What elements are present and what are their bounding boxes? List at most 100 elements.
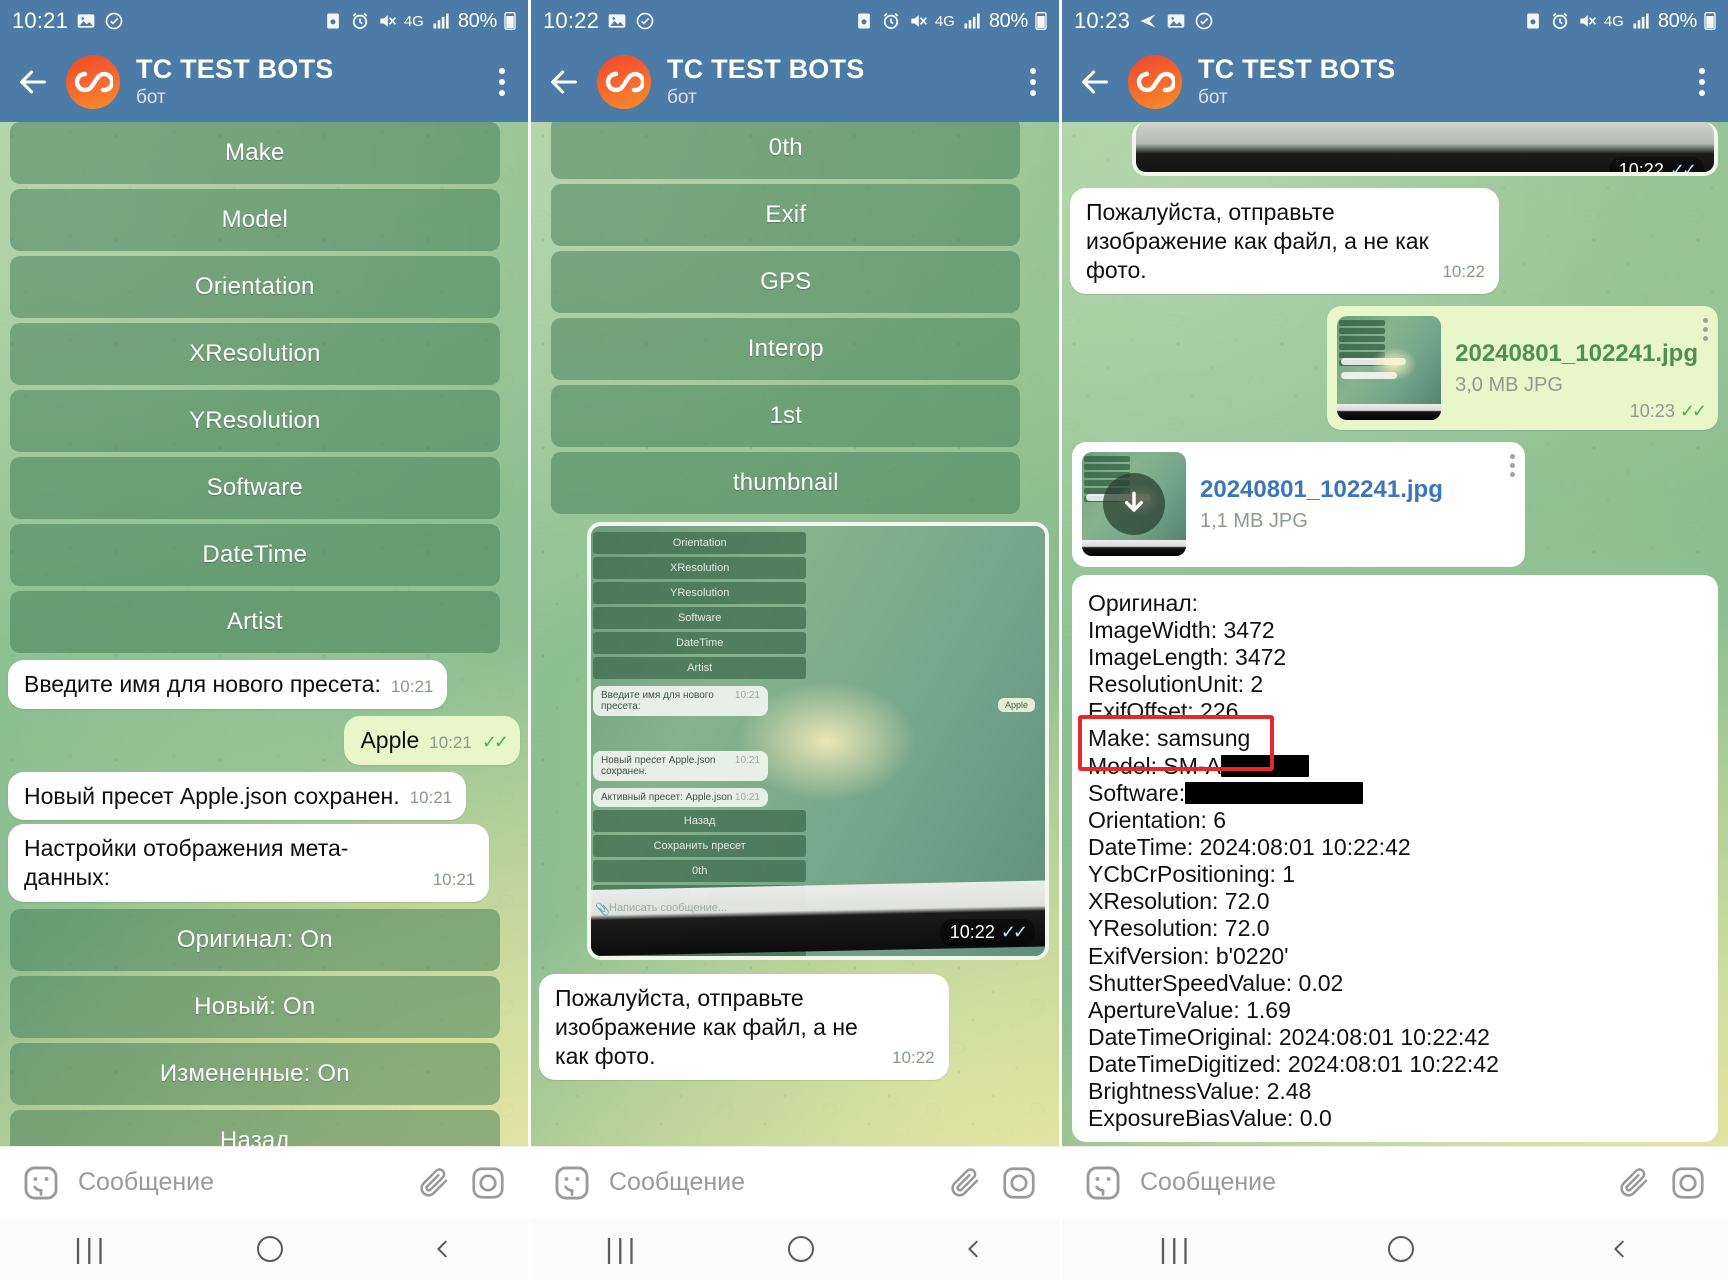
back-button[interactable]: [432, 1238, 454, 1260]
sim-icon: [858, 13, 870, 29]
keyboard-button-thumbnail[interactable]: thumbnail: [551, 452, 1021, 514]
emoji-icon[interactable]: [1084, 1164, 1122, 1202]
infinity-logo-icon: [605, 71, 644, 93]
home-button[interactable]: [787, 1236, 814, 1262]
alarm-icon: [1552, 12, 1568, 30]
chat-area-2: x 0th Exif GPS Interop 1st thumbnail Ori…: [531, 122, 1059, 1146]
back-arrow-icon[interactable]: [1078, 65, 1112, 99]
keyboard-button-1st[interactable]: 1st: [551, 385, 1021, 447]
keyboard-button[interactable]: Make: [10, 122, 500, 184]
back-button[interactable]: [963, 1238, 985, 1260]
status-time: 10:22: [543, 8, 600, 33]
photo-outgoing-bubble: Apple: [997, 698, 1035, 712]
overflow-menu-button[interactable]: [492, 62, 512, 102]
status-bar-2: 10:22 4G 80%: [531, 0, 1059, 42]
recents-button[interactable]: |||: [74, 1233, 108, 1265]
photo-timestamp: 10:22 ✓✓: [1608, 157, 1704, 173]
camera-icon[interactable]: [1001, 1165, 1037, 1201]
chat-title: TC TEST BOTS: [1198, 54, 1396, 85]
exif-line: DateTimeDigitized: 2024:08:01 10:22:42: [1088, 1051, 1499, 1078]
keyboard-button[interactable]: DateTime: [10, 524, 500, 586]
back-arrow-icon[interactable]: [547, 65, 581, 99]
photo-bubble-text: Новый пресет Apple.json сохранен.: [601, 755, 716, 777]
panel-1: 10:21 4G 80% TC TEST BOTS бот Make Model…: [0, 0, 531, 1280]
back-arrow-icon[interactable]: [16, 65, 50, 99]
avatar[interactable]: [1128, 55, 1182, 109]
emoji-icon[interactable]: [553, 1164, 591, 1202]
message-text: Пожалуйста, отправьте изображение как фа…: [1086, 199, 1429, 283]
message-bubble-incoming[interactable]: Настройки отображения мета-данных: 10:21: [8, 824, 490, 902]
file-menu-button[interactable]: [1703, 318, 1708, 342]
avatar[interactable]: [66, 55, 120, 109]
avatar[interactable]: [597, 55, 651, 109]
exif-line: ImageWidth: 3472: [1088, 616, 1275, 643]
file-card-incoming[interactable]: 20240801_102241.jpg 1,1 MB JPG Измененно…: [1072, 442, 1525, 568]
message-bubble-outgoing[interactable]: Apple 10:21 ✓✓: [344, 715, 520, 765]
attach-icon[interactable]: [947, 1165, 983, 1201]
message-bubble-incoming[interactable]: Введите имя для нового пресета: 10:21: [8, 660, 448, 709]
message-bubble-incoming[interactable]: Пожалуйста, отправьте изображение как фа…: [539, 974, 949, 1081]
file-time-text: 10:23: [1629, 401, 1675, 422]
download-button[interactable]: [1103, 473, 1165, 536]
chat-subtitle: бот: [136, 86, 166, 108]
keyboard-button[interactable]: Model: [10, 189, 500, 251]
keyboard-button-changed-toggle[interactable]: Измененные: On: [10, 1042, 500, 1105]
keyboard-button-original-toggle[interactable]: Оригинал: On: [10, 908, 500, 971]
photo-message-partial[interactable]: 10:22 ✓✓: [1132, 122, 1718, 177]
keyboard-button[interactable]: Artist: [10, 591, 500, 653]
chat-subtitle: бот: [667, 86, 697, 108]
file-size: 3,0 MB JPG: [1455, 373, 1563, 396]
camera-icon[interactable]: [1670, 1165, 1706, 1201]
attach-icon[interactable]: [1616, 1165, 1652, 1201]
keyboard-button-new-toggle[interactable]: Новый: On: [10, 975, 500, 1038]
keyboard-button-exif[interactable]: Exif: [551, 184, 1021, 246]
battery-icon: [1035, 12, 1047, 30]
status-bar-1: 10:21 4G 80%: [0, 0, 528, 42]
keyboard-button-0th[interactable]: 0th: [551, 122, 1021, 179]
keyboard-button[interactable]: Software: [10, 457, 500, 519]
message-row: Новый пресет Apple.json сохранен. 10:21: [0, 771, 528, 821]
exif-line: ExifOffset: 226: [1088, 698, 1239, 725]
file-card-outgoing[interactable]: 20240801_102241.jpg 3,0 MB JPG 10:23 ✓✓: [1327, 306, 1718, 431]
file-menu-button[interactable]: [1509, 454, 1515, 478]
home-button[interactable]: [256, 1236, 283, 1262]
recents-button[interactable]: |||: [605, 1233, 639, 1265]
overflow-menu-button[interactable]: [1023, 62, 1043, 102]
battery-icon: [1704, 12, 1716, 30]
message-row: Введите имя для нового пресета: 10:21: [0, 660, 528, 709]
photo-bubble-text: Активный пресет: Apple.json: [601, 792, 733, 803]
message-input-bar-1: Сообщение: [0, 1146, 528, 1218]
exif-text-block[interactable]: Оригинал: ImageWidth: 3472 ImageLength: …: [1072, 575, 1718, 1142]
message-time: 10:22: [1442, 262, 1485, 282]
message-time: 10:21: [409, 788, 453, 808]
message-input-placeholder[interactable]: Сообщение: [609, 1168, 929, 1197]
emoji-icon[interactable]: [22, 1164, 60, 1202]
check-circle-icon: [1195, 12, 1213, 30]
photo-timestamp: 10:22 ✓✓: [939, 919, 1035, 946]
keyboard-button[interactable]: XResolution: [10, 323, 500, 385]
recents-button[interactable]: |||: [1159, 1233, 1193, 1265]
signal-icon: [1633, 13, 1649, 29]
photo-keyboard-button: Software: [593, 607, 807, 629]
attach-icon[interactable]: [416, 1165, 452, 1201]
keyboard-button[interactable]: Orientation: [10, 256, 500, 318]
camera-icon[interactable]: [470, 1165, 506, 1201]
keyboard-button-interop[interactable]: Interop: [551, 318, 1021, 380]
thumb-laptop-edge: [1337, 404, 1442, 421]
message-bubble-incoming[interactable]: Пожалуйста, отправьте изображение как фа…: [1070, 188, 1499, 295]
sim-icon: [327, 13, 339, 29]
photo-message[interactable]: Orientation XResolution YResolution Soft…: [587, 522, 1049, 960]
keyboard-button-back[interactable]: Назад: [10, 1109, 500, 1146]
message-input-placeholder[interactable]: Сообщение: [78, 1168, 398, 1197]
read-receipt-icon: ✓✓: [1000, 922, 1028, 942]
back-button[interactable]: [1609, 1238, 1631, 1260]
keyboard-button-gps[interactable]: GPS: [551, 251, 1021, 313]
photo-attach-icon: 📎: [595, 902, 610, 916]
home-button[interactable]: [1387, 1236, 1414, 1262]
message-bubble-incoming[interactable]: Новый пресет Apple.json сохранен. 10:21: [8, 771, 467, 821]
message-input-bar-2: Сообщение: [531, 1146, 1059, 1218]
overflow-menu-button[interactable]: [1692, 62, 1712, 102]
keyboard-button[interactable]: YResolution: [10, 390, 500, 452]
message-input-placeholder[interactable]: Сообщение: [1140, 1168, 1598, 1197]
photo-icon: [608, 14, 626, 28]
